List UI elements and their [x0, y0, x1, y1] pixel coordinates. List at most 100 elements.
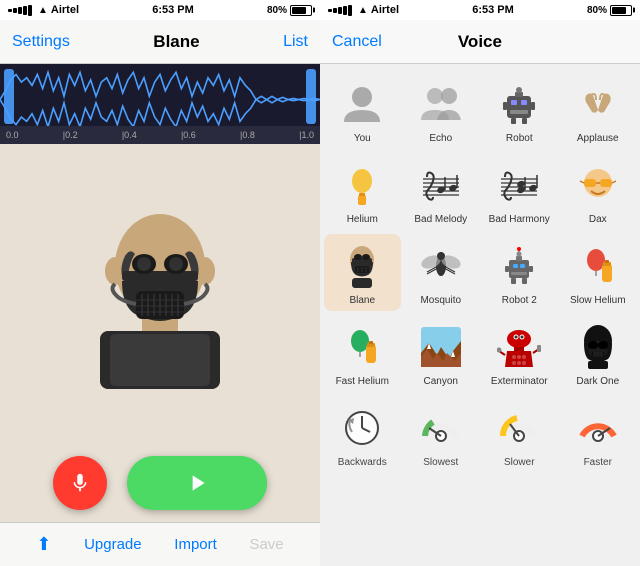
voice-icon-bad-harmony — [493, 159, 545, 211]
voice-icon-backwards — [336, 402, 388, 454]
voice-label-blane: Blane — [349, 295, 375, 307]
voice-item-robot[interactable]: Robot — [481, 72, 558, 149]
voice-icon-echo — [415, 78, 467, 130]
voice-item-bad-melody[interactable]: Bad Melody — [403, 153, 480, 230]
voice-label-dax: Dax — [589, 214, 607, 226]
voice-label-applause: Applause — [577, 133, 619, 145]
voice-item-bad-harmony[interactable]: Bad Harmony — [481, 153, 558, 230]
voice-label-slower: Slower — [504, 457, 535, 469]
settings-back-button[interactable]: Settings — [12, 33, 70, 51]
carrier-left: ▲ Airtel — [8, 4, 79, 16]
voice-label-dark-one: Dark One — [576, 376, 619, 388]
page-title-left: Blane — [153, 32, 199, 52]
carrier-name-left: Airtel — [51, 4, 79, 16]
slow-helium-icon-svg — [576, 244, 620, 288]
voice-item-dax[interactable]: Dax — [560, 153, 637, 230]
voice-item-slow-helium[interactable]: Slow Helium — [560, 234, 637, 311]
voice-item-helium[interactable]: Helium — [324, 153, 401, 230]
voice-label-backwards: Backwards — [338, 457, 387, 469]
waveform-area[interactable]: 0.0 |0.2 |0.4 |0.6 |0.8 |1.0 — [0, 64, 320, 144]
left-panel: ▲ Airtel 6:53 PM 80% Settings Blane List… — [0, 0, 320, 566]
slower-icon-svg — [497, 406, 541, 450]
voice-icon-canyon — [415, 321, 467, 373]
wifi-icon-right: ▲ — [358, 5, 368, 16]
upgrade-button[interactable]: Upgrade — [84, 536, 142, 553]
slowest-icon-svg — [419, 406, 463, 450]
mic-icon — [69, 472, 91, 494]
voice-item-mosquito[interactable]: Mosquito — [403, 234, 480, 311]
timeline-mark-0: 0.0 — [6, 130, 19, 140]
dark-one-icon-svg — [576, 325, 620, 369]
applause-icon-svg — [576, 82, 620, 126]
play-button[interactable] — [127, 456, 267, 510]
battery-left: 80% — [267, 5, 312, 16]
record-button[interactable] — [53, 456, 107, 510]
battery-percent-left: 80% — [267, 5, 287, 16]
voice-icon-robot — [493, 78, 545, 130]
voice-icon-dark-one — [572, 321, 624, 373]
voice-label-slowest: Slowest — [423, 457, 458, 469]
time-left: 6:53 PM — [152, 4, 194, 16]
canyon-icon-svg — [419, 325, 463, 369]
battery-icon-left — [290, 5, 312, 16]
dax-icon-svg — [576, 163, 620, 207]
voice-item-backwards[interactable]: Backwards — [324, 396, 401, 473]
voice-item-slower[interactable]: Slower — [481, 396, 558, 473]
voice-label-echo: Echo — [429, 133, 452, 145]
voice-item-echo[interactable]: Echo — [403, 72, 480, 149]
bad-melody-icon-svg — [419, 163, 463, 207]
voice-item-blane[interactable]: Blane — [324, 234, 401, 311]
battery-icon-right — [610, 5, 632, 16]
voice-item-applause[interactable]: Applause — [560, 72, 637, 149]
voice-item-slowest[interactable]: Slowest — [403, 396, 480, 473]
robot-icon-svg — [497, 82, 541, 126]
character-display — [80, 208, 240, 388]
nav-bar-left: Settings Blane List — [0, 20, 320, 64]
voice-item-canyon[interactable]: Canyon — [403, 315, 480, 392]
voice-label-robot: Robot — [506, 133, 533, 145]
carrier-name-right: Airtel — [371, 4, 399, 16]
battery-right: 80% — [587, 5, 632, 16]
battery-percent-right: 80% — [587, 5, 607, 16]
waveform-display — [0, 69, 320, 129]
voice-label-exterminator: Exterminator — [491, 376, 548, 388]
playback-bar — [0, 452, 320, 522]
waveform-timeline: 0.0 |0.2 |0.4 |0.6 |0.8 |1.0 — [0, 126, 320, 144]
exterminator-icon-svg — [497, 325, 541, 369]
save-button: Save — [249, 536, 283, 553]
voice-item-faster[interactable]: Faster — [560, 396, 637, 473]
timeline-mark-2: |0.4 — [122, 130, 137, 140]
you-icon-svg — [340, 82, 384, 126]
cancel-button[interactable]: Cancel — [332, 33, 382, 51]
voice-icon-robot2 — [493, 240, 545, 292]
signal-icon — [8, 5, 32, 16]
blane-icon-svg — [340, 244, 384, 288]
timeline-mark-4: |0.8 — [240, 130, 255, 140]
timeline-markers: 0.0 |0.2 |0.4 |0.6 |0.8 |1.0 — [6, 130, 314, 140]
voice-item-you[interactable]: You — [324, 72, 401, 149]
voice-label-fast-helium: Fast Helium — [336, 376, 389, 388]
voice-icon-mosquito — [415, 240, 467, 292]
voice-icon-fast-helium — [336, 321, 388, 373]
voice-item-dark-one[interactable]: Dark One — [560, 315, 637, 392]
signal-icon-right — [328, 5, 352, 16]
status-bar-left: ▲ Airtel 6:53 PM 80% — [0, 0, 320, 20]
timeline-mark-5: |1.0 — [299, 130, 314, 140]
bane-character-svg — [80, 206, 240, 391]
voice-item-fast-helium[interactable]: Fast Helium — [324, 315, 401, 392]
voice-label-bad-melody: Bad Melody — [414, 214, 467, 226]
voice-item-exterminator[interactable]: Exterminator — [481, 315, 558, 392]
voice-icon-helium — [336, 159, 388, 211]
voice-label-slow-helium: Slow Helium — [570, 295, 626, 307]
voice-label-you: You — [354, 133, 371, 145]
voice-grid: You Echo — [320, 64, 640, 566]
voice-item-robot2[interactable]: Robot 2 — [481, 234, 558, 311]
voice-icon-bad-melody — [415, 159, 467, 211]
voice-icon-slowest — [415, 402, 467, 454]
voice-label-helium: Helium — [347, 214, 378, 226]
share-icon[interactable]: ⬆ — [36, 534, 51, 555]
import-button[interactable]: Import — [174, 536, 217, 553]
waveform-handle-right[interactable] — [306, 69, 316, 124]
voice-label-robot2: Robot 2 — [502, 295, 537, 307]
list-button[interactable]: List — [283, 33, 308, 51]
